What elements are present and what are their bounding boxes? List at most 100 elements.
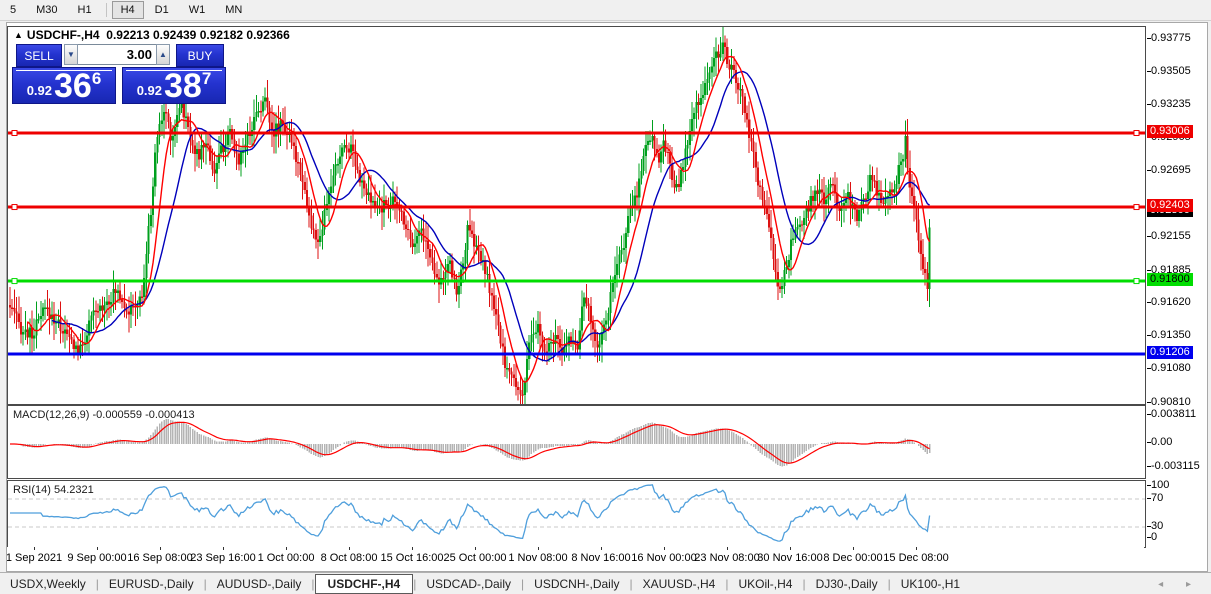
- toolbar-separator: [105, 3, 107, 17]
- rsi-value: 54.2321: [53, 484, 94, 496]
- hline-price-label-0.91800[interactable]: 0.91800: [1147, 273, 1193, 287]
- hline-price-label-0.92403[interactable]: 0.92403: [1147, 199, 1193, 213]
- line-anchor[interactable]: [11, 204, 18, 211]
- timeframe-button-w1[interactable]: W1: [180, 1, 215, 19]
- line-anchor[interactable]: [11, 130, 18, 136]
- axis-tick-mark: [1147, 442, 1151, 443]
- time-tick-mark: [601, 547, 602, 550]
- axis-tick-mark: [1147, 236, 1151, 238]
- timeframe-button-d1[interactable]: D1: [146, 1, 178, 19]
- sell-price-pip: 6: [91, 69, 102, 88]
- time-tick-mark: [223, 547, 224, 550]
- axis-tick-mark: [1147, 37, 1151, 39]
- chart-tab-usdx-weekly[interactable]: USDX,Weekly: [0, 575, 96, 593]
- mt4-window: 5 M30 H1 H4 D1 W1 MN 0.93775 0.93505 0.93235 0.92…: [0, 0, 1211, 594]
- rsi-line: [10, 484, 931, 542]
- volume-increase-button[interactable]: ▲: [156, 44, 170, 65]
- time-tick-mark: [664, 547, 665, 550]
- sell-separator-line: [16, 70, 112, 71]
- time-tick-mark: [97, 547, 98, 550]
- rsi-axis-100: 100: [1147, 479, 1169, 492]
- buy-price-big: 38: [164, 67, 202, 105]
- chart-tab-usdchf-h4[interactable]: USDCHF-,H4: [314, 574, 414, 594]
- time-tick-mark: [538, 547, 539, 550]
- macd-values: -0.000559 -0.000413: [92, 409, 195, 421]
- time-tick-mark: [286, 547, 287, 550]
- price-tick-0.92695: 0.92695: [1147, 164, 1191, 177]
- timeframe-button-5[interactable]: 5: [1, 1, 25, 19]
- axis-tick-mark: [1147, 401, 1151, 403]
- line-anchor[interactable]: [11, 278, 18, 285]
- macd-axis--0.003115: -0.003115: [1147, 460, 1200, 473]
- price-tick-0.91350: 0.91350: [1147, 329, 1191, 342]
- hline-price-label-0.91206[interactable]: 0.91206: [1147, 345, 1193, 359]
- macd-label: MACD(12,26,9) -0.000559 -0.000413: [13, 409, 195, 421]
- axis-tick-mark: [1147, 537, 1151, 538]
- axis-tick-mark: [1147, 498, 1151, 499]
- chart-tab-usdcnh-daily[interactable]: USDCNH-,Daily: [524, 575, 629, 593]
- rsi-canvas[interactable]: [8, 481, 1145, 547]
- price-tick-0.93775: 0.93775: [1147, 32, 1191, 45]
- sell-price-prefix: 0.92: [26, 83, 52, 98]
- price-tick-0.90810: 0.90810: [1147, 396, 1191, 409]
- rsi-name: RSI(14): [13, 484, 51, 496]
- chart-tab-bar: USDX,Weekly | EURUSD-,Daily | AUDUSD-,Daily |…: [0, 572, 1211, 594]
- buy-button[interactable]: BUY: [176, 44, 224, 67]
- time-axis[interactable]: 1 Sep 2021 9 Sep 00:00 16 Sep 08:00 23 Sep …: [7, 547, 1144, 569]
- sell-price-big: 36: [54, 67, 92, 105]
- chart-tab-dj30-daily[interactable]: DJ30-,Daily: [806, 575, 888, 593]
- buy-price-prefix: 0.92: [136, 83, 162, 98]
- volume-decrease-button[interactable]: ▼: [64, 44, 78, 65]
- price-tick-0.91080: 0.91080: [1147, 362, 1191, 375]
- line-anchor[interactable]: [1133, 278, 1140, 285]
- collapse-triangle-icon: ▲: [14, 30, 23, 40]
- sell-button[interactable]: SELL: [16, 44, 62, 67]
- volume-input[interactable]: [78, 44, 156, 65]
- macd-name: MACD(12,26,9): [13, 409, 90, 421]
- chart-tab-audusd-daily[interactable]: AUDUSD-,Daily: [207, 575, 312, 593]
- chart-tab-usdcad-daily[interactable]: USDCAD-,Daily: [416, 575, 521, 593]
- chart-tab-ukoil-h4[interactable]: UKOil-,H4: [728, 575, 802, 593]
- buy-price-pip: 7: [201, 69, 212, 88]
- rsi-label: RSI(14) 54.2321: [13, 484, 94, 496]
- time-tick-mark: [160, 547, 161, 550]
- timeframe-toolbar: 5 M30 H1 H4 D1 W1 MN: [0, 0, 1211, 21]
- chart-tab-eurusd-daily[interactable]: EURUSD-,Daily: [99, 575, 204, 593]
- timeframe-button-h4[interactable]: H4: [111, 1, 144, 19]
- axis-tick-mark: [1147, 368, 1151, 370]
- time-tick-mark: [475, 547, 476, 550]
- price-tick-0.93235: 0.93235: [1147, 98, 1191, 111]
- time-tick-mark: [853, 547, 854, 550]
- line-anchor[interactable]: [1133, 130, 1140, 136]
- arrow-up-icon: ▲: [159, 50, 167, 59]
- price-axis[interactable]: 0.937750.935050.932350.929650.926950.921…: [1146, 26, 1210, 548]
- buy-separator-line: [126, 70, 222, 71]
- rsi-pane[interactable]: [7, 480, 1146, 548]
- axis-tick-mark: [1147, 335, 1151, 337]
- price-tick-0.92155: 0.92155: [1147, 230, 1191, 243]
- buy-price-display[interactable]: 0.92 38 7: [122, 67, 226, 104]
- axis-tick-mark: [1147, 170, 1151, 172]
- time-tick-mark: [916, 547, 917, 550]
- chart-title: ▲ USDCHF-,H4 0.92213 0.92439 0.92182 0.92…: [14, 28, 290, 42]
- tab-scroll-arrows[interactable]: ◂ ▸: [1158, 579, 1201, 590]
- time-label-15-Dec-08-00: 15 Dec 08:00: [883, 552, 949, 564]
- fast-ma-line: [27, 55, 931, 384]
- axis-tick-mark: [1147, 485, 1151, 486]
- timeframe-button-mn[interactable]: MN: [216, 1, 251, 19]
- axis-tick-mark: [1147, 466, 1151, 467]
- timeframe-button-m30[interactable]: M30: [27, 1, 66, 19]
- chart-tab-uk100-h1[interactable]: UK100-,H1: [891, 575, 970, 593]
- time-tick-mark: [727, 547, 728, 550]
- sell-price-display[interactable]: 0.92 36 6: [12, 67, 116, 104]
- line-anchor[interactable]: [1133, 204, 1140, 211]
- axis-tick-mark: [1147, 302, 1151, 304]
- axis-tick-mark: [1147, 103, 1151, 105]
- macd-histogram: [11, 419, 931, 467]
- chart-tab-xauusd-h4[interactable]: XAUUSD-,H4: [633, 575, 726, 593]
- chart-ohlc-values: 0.92213 0.92439 0.92182 0.92366: [106, 28, 290, 42]
- time-tick-mark: [34, 547, 35, 550]
- axis-tick-mark: [1147, 269, 1151, 271]
- timeframe-button-h1[interactable]: H1: [69, 1, 101, 19]
- hline-price-label-0.93006[interactable]: 0.93006: [1147, 125, 1193, 138]
